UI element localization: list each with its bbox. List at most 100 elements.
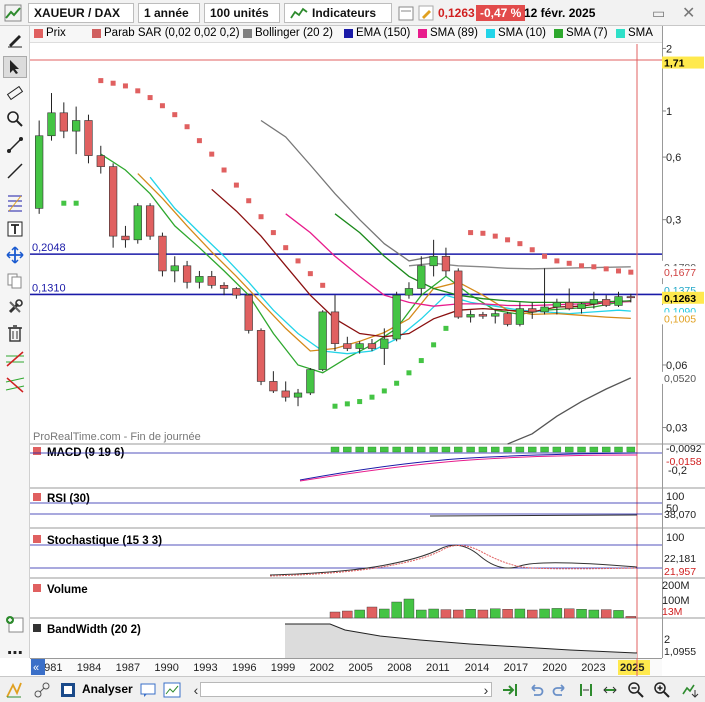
candle-body [269,381,278,392]
sar-dot [258,214,264,220]
macd-bar [343,446,352,453]
sar-dot [357,399,363,405]
candle-body [109,166,118,237]
stoch-d-line [269,545,638,577]
x-tick-label: 2011 [426,662,450,674]
macd-line [299,452,638,481]
sar-dot [492,233,498,239]
chart-window-icon[interactable] [162,680,182,700]
macd-panel[interactable]: MACD (9 19 6) -0,0092 -0,0158 -0,2 [30,443,702,482]
sar-dot [172,112,178,118]
stochastic-panel[interactable]: Stochastique (15 3 3) 100 22,181 21,957 [30,532,696,578]
y-tick-label: 2 [666,43,672,55]
candle-body [96,155,105,167]
sar-dot [369,394,375,400]
volume-bars [329,598,637,619]
volume-bar [440,609,452,619]
stoch-k-line [269,544,638,576]
fit-icon[interactable] [680,680,700,700]
sar-dot [61,200,67,206]
x-tick-label: 2005 [348,662,372,674]
bandwidth-area [285,624,637,658]
sar-dot [517,241,523,247]
x-tick-label: 2023 [581,662,605,674]
analyser-icon[interactable] [58,680,78,700]
undo-icon[interactable] [526,680,546,700]
x-tick-label: 1999 [271,662,295,674]
volume-bar [329,611,341,619]
volume-bar [502,609,513,619]
candle-body [355,343,364,349]
candle-body [84,120,93,156]
sar-dot [98,78,104,84]
expand-icon[interactable] [600,680,620,700]
candle-body [343,343,352,349]
zoom-in-icon[interactable] [652,680,672,700]
candle-body [256,330,266,382]
volume-tick: 200M [662,580,690,592]
candle-body [515,308,525,325]
y-tick-label: 0,6 [666,152,681,164]
macd-bar [478,446,488,453]
sar-dot [468,230,474,236]
volume-bar [539,608,550,619]
macd-bar [330,446,340,453]
candle-body [602,299,611,306]
scroll-right-icon[interactable]: › [476,680,496,700]
bandwidth-label: BandWidth (20 2) [47,624,141,636]
x-tick-label: 1993 [193,662,217,674]
price-chart[interactable]: 0,20480,1310 210,60,30,10,060,03 1,710,1… [0,0,705,702]
zoom-out-icon[interactable] [626,680,646,700]
candle-body [491,313,500,317]
jump-end-icon[interactable] [500,680,520,700]
volume-bar [551,608,563,619]
candles [35,93,635,407]
macd-tick: -0,2 [668,465,687,477]
link-icon[interactable] [32,680,52,700]
stoch-value: 21,957 [664,566,696,578]
x-tick-label: 2008 [387,662,411,674]
compress-icon[interactable] [576,680,596,700]
sar-dot [110,80,116,86]
macd-bar [552,446,562,453]
volume-bar [391,601,402,619]
macd-bar [380,446,389,453]
x-tick-label: 1990 [154,662,178,674]
volume-bar [428,608,439,619]
macd-bar [528,446,537,453]
volume-panel[interactable]: Volume 200M 100M 13M [33,580,690,619]
sar-dot [505,237,511,243]
candle-body [47,112,56,137]
price-tag-label: 0,1263 [664,293,696,305]
volume-bar [477,609,489,619]
chat-icon[interactable] [138,680,158,700]
macd-bar [565,446,574,453]
bandwidth-panel[interactable]: BandWidth (20 2) 2 1,0955 [33,623,696,658]
sar-dot [196,138,202,144]
macd-histogram [330,446,636,453]
sar-dot [542,253,548,259]
horizontal-scrollbar[interactable] [200,682,492,697]
macd-bar [392,446,401,453]
macd-bar [515,446,525,453]
sar-dot [270,230,276,236]
candle-body [158,235,167,272]
x-tick-label: 2014 [465,662,489,674]
macd-bar [540,446,549,453]
redo-icon[interactable] [550,680,570,700]
sar-dot [480,230,486,236]
macd-tick: -0,0092 [666,443,702,455]
bandwidth-swatch [33,624,41,632]
indicator-line [149,176,631,355]
macd-bar [367,446,377,453]
candle-body [330,311,340,344]
analyser-button[interactable]: Analyser [82,682,133,696]
volume-bar [465,609,476,619]
candle-body [182,265,192,283]
y-tick-label: 0,06 [666,360,687,372]
drawing-mode-icon[interactable] [4,680,24,700]
stoch-tick: 100 [666,532,684,544]
rsi-panel[interactable]: RSI (30) 100 50 38,070 [30,491,696,521]
volume-bar [564,608,575,619]
x-tick-label: 2017 [504,662,528,674]
